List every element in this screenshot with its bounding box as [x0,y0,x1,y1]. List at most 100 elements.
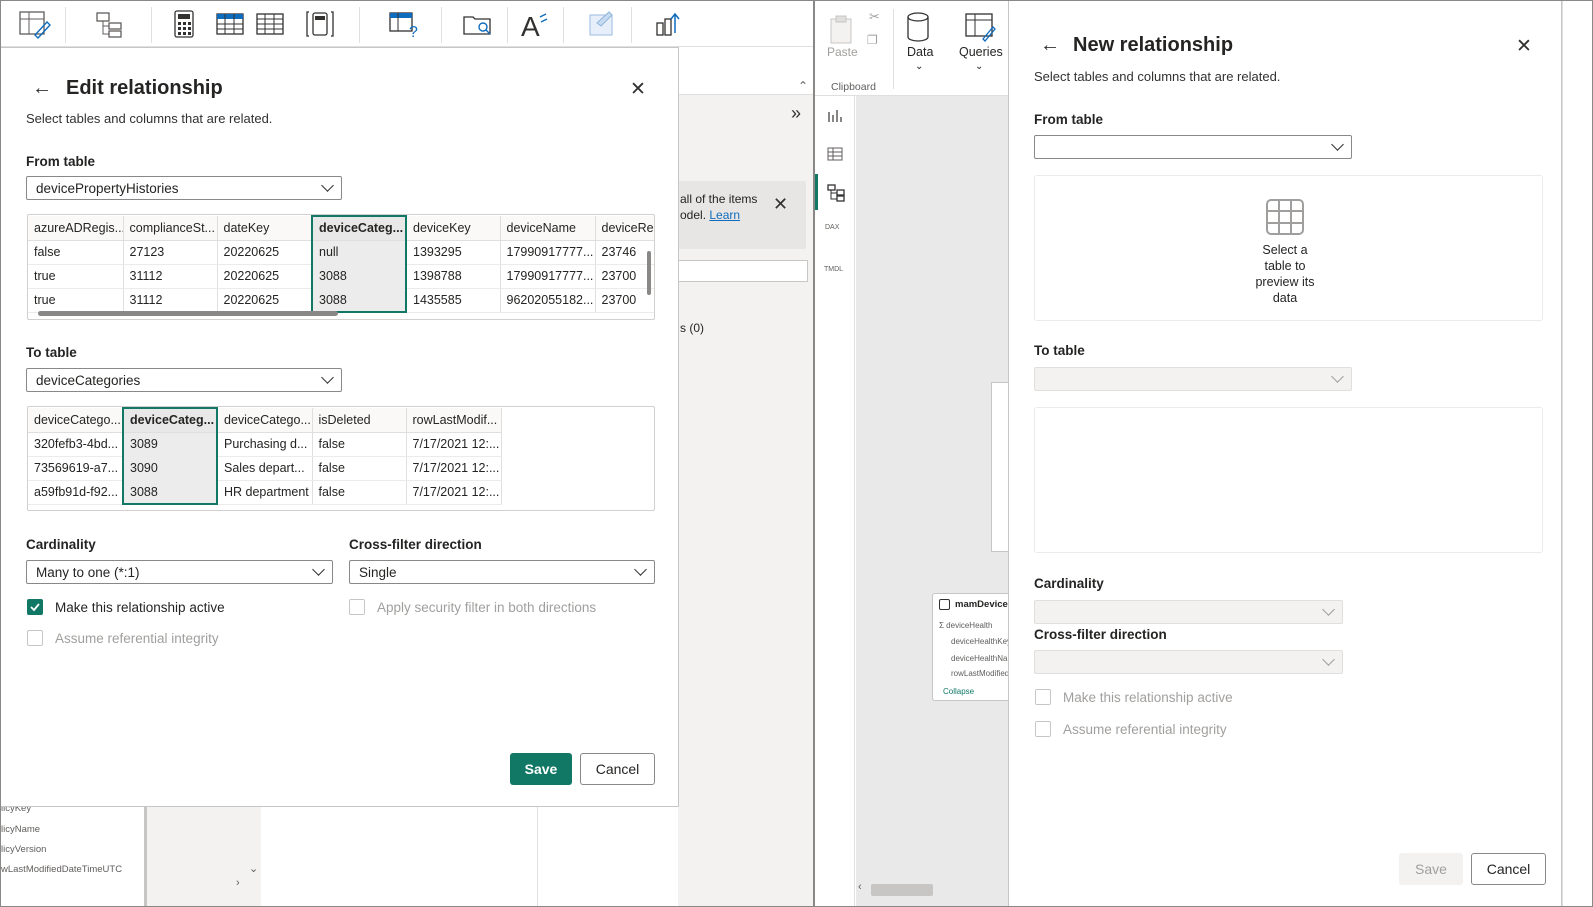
model-table-card[interactable]: mamDeviceH Σ deviceHealth deviceHealthKe… [932,593,1015,701]
dialog-title: Edit relationship [66,77,223,99]
to-table-dropdown[interactable] [1034,367,1352,391]
column-header[interactable]: dateKey [217,216,313,241]
sensitivity-icon[interactable] [583,7,621,41]
cancel-button[interactable]: Cancel [1471,853,1546,885]
fields-list: licyKey licyName licyVersion wLastModifi… [1,803,261,906]
to-table-label: To table [26,345,77,360]
table-row: false 27123 20220625 null 1393295 17990917777… [28,240,654,265]
search-input[interactable] [678,260,808,282]
chevron-down-icon[interactable]: ⌄ [975,61,983,72]
scroll-down-icon[interactable]: ⌄ [249,862,258,875]
from-table-label: From table [1034,112,1104,127]
table-view-icon[interactable] [827,146,843,165]
selected-column-header[interactable]: deviceCateg... [122,407,218,433]
save-button[interactable]: Save [1399,853,1463,885]
view-rail: DAX TMDL [815,96,855,906]
background-pane: ⌃ » all of the items odel. Learn ✕ s (0) [678,47,813,906]
column-header[interactable]: deviceReg [595,216,654,241]
table-row: true 31112 20220625 3088 1435585 96202055182.… [28,288,654,313]
table-row: a59fb91d-f92... 3088 HR department false 7/1… [28,480,502,505]
column-header[interactable]: azureADRegis... [28,216,124,241]
hierarchy-icon[interactable] [91,7,129,41]
tmdl-view-icon[interactable]: TMDL [824,266,843,273]
active-checkbox-row[interactable]: Make this relationship active [1035,689,1233,705]
chevron-down-icon [1331,370,1344,383]
security-filter-checkbox[interactable] [349,599,365,615]
from-table-dropdown[interactable] [1034,135,1352,159]
dax-view-icon[interactable]: DAX [825,224,839,231]
chevron-down-icon [1322,603,1335,616]
cut-icon[interactable]: ✂ [869,9,880,25]
dialog-subtitle: Select tables and columns that are relat… [26,111,273,126]
paste-icon[interactable] [827,13,857,45]
from-table-dropdown[interactable]: devicePropertyHistories [26,176,342,200]
back-arrow-icon[interactable]: ← [1040,35,1060,55]
crossfilter-dropdown[interactable]: Single [349,560,655,584]
crossfilter-dropdown[interactable] [1034,650,1343,674]
expand-pane-icon[interactable]: » [791,103,801,124]
integrity-checkbox[interactable] [1035,721,1051,737]
new-table-icon[interactable] [251,7,289,41]
active-checkbox[interactable] [27,599,43,615]
model-view-icon[interactable] [827,184,845,205]
folder-search-icon[interactable] [459,7,497,41]
cardinality-label: Cardinality [26,537,96,552]
cancel-button[interactable]: Cancel [580,753,655,785]
report-view-icon[interactable] [827,108,843,127]
close-icon[interactable]: ✕ [630,80,646,99]
left-ribbon: ? A h [1,1,825,59]
active-checkbox[interactable] [1035,689,1051,705]
integrity-checkbox-row[interactable]: Assume referential integrity [1035,721,1227,737]
column-header[interactable]: isDeleted [312,408,407,433]
learn-link[interactable]: Learn [709,208,740,222]
quick-measure-icon[interactable] [301,7,339,41]
scroll-right-icon[interactable]: › [236,877,240,889]
chevron-down-icon [634,563,647,576]
canvas-scrollbar[interactable] [871,884,933,896]
horizontal-scrollbar[interactable] [38,311,338,316]
chevron-down-icon [1331,138,1344,151]
integrity-checkbox-row[interactable]: Assume referential integrity [27,630,219,646]
data-icon[interactable] [905,11,935,46]
integrity-checkbox[interactable] [27,630,43,646]
svg-text:A: A [521,11,540,39]
chevron-down-icon [321,179,334,192]
publish-icon[interactable] [649,7,687,41]
column-header[interactable]: deviceKey [406,216,501,241]
copy-icon[interactable]: ❐ [867,33,878,47]
column-header[interactable]: complianceSt... [123,216,218,241]
close-banner-icon[interactable]: ✕ [773,195,788,213]
security-filter-checkbox-row[interactable]: Apply security filter in both directions [349,599,596,615]
close-icon[interactable]: ✕ [1516,37,1532,56]
column-header[interactable]: deviceCatego... [217,408,313,433]
back-arrow-icon[interactable]: ← [32,78,52,98]
selected-column-header[interactable]: deviceCateg... [311,215,407,241]
vertical-scrollbar[interactable] [647,251,651,295]
q-and-a-icon[interactable]: ? [385,7,423,41]
column-header[interactable]: deviceName [500,216,596,241]
to-table-dropdown[interactable]: deviceCategories [26,368,342,392]
dialog-title: New relationship [1073,34,1234,56]
collapse-ribbon-icon[interactable]: ⌃ [798,79,808,93]
table-icon [939,599,950,610]
dialog-subtitle: Select tables and columns that are relat… [1034,69,1281,84]
info-banner: all of the items odel. Learn ✕ [678,181,806,249]
to-table-label: To table [1034,343,1085,358]
calculator-icon[interactable] [165,7,203,41]
column-header[interactable]: rowLastModif... [406,408,502,433]
column-header[interactable]: deviceCatego... [28,408,124,433]
text-format-icon[interactable]: A [516,7,554,41]
queries-icon[interactable] [963,11,997,46]
cardinality-dropdown[interactable] [1034,600,1343,624]
table-row: true 31112 20220625 3088 1398788 17990917777.… [28,264,654,289]
collapse-link[interactable]: Collapse [943,687,974,696]
table-icon[interactable] [211,7,249,41]
cardinality-dropdown[interactable]: Many to one (*:1) [26,560,333,584]
edit-report-icon[interactable] [15,7,53,41]
active-checkbox-row[interactable]: Make this relationship active [27,599,225,615]
save-button[interactable]: Save [510,753,572,785]
table-card-partial[interactable] [991,382,1008,552]
edit-relationship-dialog: ← Edit relationship ✕ Select tables and … [1,47,679,807]
chevron-down-icon[interactable]: ⌄ [915,61,923,72]
scroll-left-icon[interactable]: ‹ [858,881,862,893]
